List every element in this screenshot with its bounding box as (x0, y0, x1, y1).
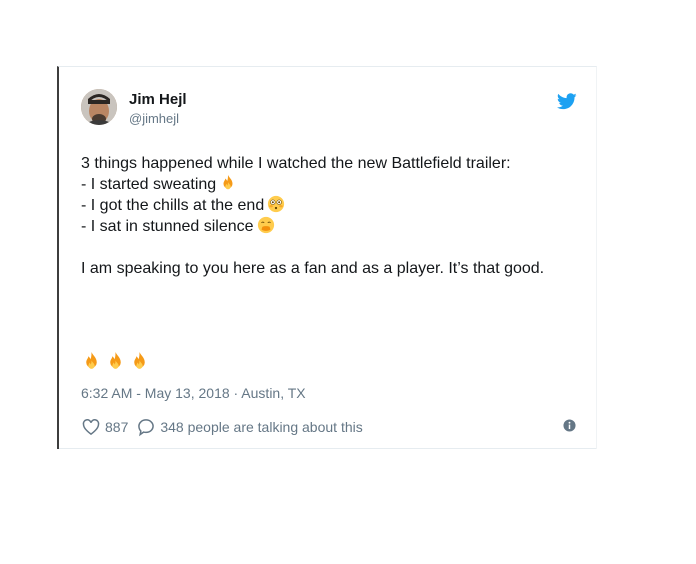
like-count: 887 (105, 419, 129, 435)
avatar[interactable] (81, 89, 117, 125)
fire-emoji (223, 174, 233, 190)
twitter-bird-icon[interactable] (557, 93, 577, 110)
like-button[interactable]: 887 (81, 417, 128, 437)
tweet-text: 3 things happened while I watched the ne… (81, 153, 571, 279)
tweet-paragraph: I am speaking to you here as a fan and a… (81, 260, 545, 277)
tweet-line: - I sat in stunned silence (81, 216, 571, 237)
fire-emoji (110, 352, 121, 369)
avatar-image (81, 89, 117, 125)
info-icon[interactable] (563, 419, 576, 432)
tweet-line: - I started sweating (81, 174, 571, 195)
conversation-text: 348 people are talking about this (160, 419, 363, 435)
conversation-button[interactable]: 348 people are talking about this (136, 417, 363, 437)
flushed-face-emoji (268, 195, 285, 213)
fire-emoji (86, 352, 97, 369)
author-handle[interactable]: @jimhejl (129, 111, 179, 126)
hand-over-mouth-emoji (257, 216, 274, 234)
fire-emoji (134, 352, 145, 369)
heart-icon (82, 419, 100, 435)
tweet-line: 3 things happened while I watched the ne… (81, 155, 511, 172)
tweet-line: - I got the chills at the end (81, 195, 571, 216)
speech-bubble-icon (138, 419, 155, 437)
tweet-timestamp[interactable]: 6:32 AM - May 13, 2018 · Austin, TX (81, 385, 306, 401)
author-name[interactable]: Jim Hejl (129, 91, 187, 108)
tweet-card[interactable]: Jim Hejl @jimhejl 3 things happened whil… (57, 66, 597, 449)
emoji-row (81, 351, 153, 371)
tweet-actions: 887 348 people are talking about this (81, 417, 371, 437)
